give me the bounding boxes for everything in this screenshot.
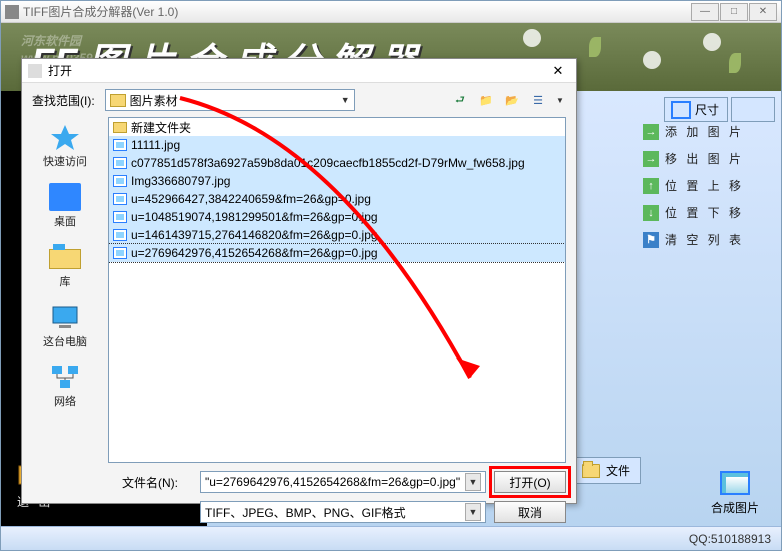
compose-icon <box>720 471 750 495</box>
new-folder-icon[interactable]: 📂 <box>504 92 520 108</box>
arrow-right-icon: → <box>643 151 659 167</box>
network-icon <box>49 363 81 391</box>
place-quick-access[interactable]: 快速访问 <box>22 123 108 169</box>
image-icon <box>113 193 127 205</box>
arrow-down-icon: ↓ <box>643 205 659 221</box>
file-name: 11111.jpg <box>131 138 180 152</box>
place-network[interactable]: 网络 <box>22 363 108 409</box>
size-button[interactable]: 尺寸 <box>664 97 728 122</box>
cancel-button[interactable]: 取消 <box>494 501 566 523</box>
side-actions: →添 加 图 片 →移 出 图 片 ↑位 置 上 移 ↓位 置 下 移 ⚑清 空… <box>643 123 763 258</box>
filename-value: "u=2769642976,4152654268&fm=26&gp=0.jpg" <box>205 475 460 489</box>
place-desktop[interactable]: 桌面 <box>22 183 108 229</box>
image-icon <box>113 247 127 259</box>
filetype-label: 文件类型(T): <box>122 504 192 521</box>
status-text: QQ:510188913 <box>689 532 771 546</box>
dialog-icon <box>28 64 42 78</box>
chevron-down-icon[interactable]: ▼ <box>465 503 481 521</box>
file-name: 新建文件夹 <box>131 119 191 136</box>
file-item[interactable]: u=2769642976,4152654268&fm=26&gp=0.jpg <box>109 244 565 262</box>
close-button[interactable]: ✕ <box>749 3 777 21</box>
file-item[interactable]: Img336680797.jpg <box>109 172 565 190</box>
move-down-button[interactable]: ↓位 置 下 移 <box>643 204 763 221</box>
dialog-title: 打开 <box>48 62 72 79</box>
file-name: u=452966427,3842240659&fm=26&gp=0.jpg <box>131 192 371 206</box>
image-icon <box>113 157 127 169</box>
file-name: u=1461439715,2764146820&fm=26&gp=0.jpg <box>131 228 378 242</box>
file-item[interactable]: c077851d578f3a6927a59b8da01c209caecfb185… <box>109 154 565 172</box>
flag-icon: ⚑ <box>643 232 659 248</box>
filetype-combo[interactable]: TIFF、JPEG、BMP、PNG、GIF格式 ▼ <box>200 501 486 523</box>
clear-list-button[interactable]: ⚑清 空 列 表 <box>643 231 763 248</box>
file-name: c077851d578f3a6927a59b8da01c209caecfb185… <box>131 156 525 170</box>
compose-button[interactable]: 合成图片 <box>711 471 759 516</box>
image-icon <box>113 211 127 223</box>
view-icon[interactable]: ☰ <box>530 92 546 108</box>
file-item[interactable]: u=452966427,3842240659&fm=26&gp=0.jpg <box>109 190 565 208</box>
add-image-button[interactable]: →添 加 图 片 <box>643 123 763 140</box>
folder-item[interactable]: 新建文件夹 <box>109 118 565 136</box>
file-name: u=1048519074,1981299501&fm=26&gp=0.jpg <box>131 210 378 224</box>
file-item[interactable]: u=1461439715,2764146820&fm=26&gp=0.jpg <box>109 226 565 244</box>
image-icon <box>113 139 127 151</box>
dialog-titlebar[interactable]: 打开 ✕ <box>22 59 576 83</box>
file-button[interactable]: 文件 <box>571 457 641 484</box>
image-icon <box>113 229 127 241</box>
back-icon[interactable]: ⮐ <box>452 92 468 108</box>
maximize-button[interactable]: □ <box>720 3 748 21</box>
place-this-pc[interactable]: 这台电脑 <box>22 303 108 349</box>
view-drop-icon[interactable]: ▼ <box>556 96 566 105</box>
star-icon <box>49 123 81 151</box>
places-bar: 快速访问 桌面 库 这台电脑 网络 <box>22 117 108 463</box>
filename-input[interactable]: "u=2769642976,4152654268&fm=26&gp=0.jpg"… <box>200 471 486 493</box>
desktop-icon <box>49 183 81 211</box>
file-list[interactable]: 新建文件夹 11111.jpg c077851d578f3a6927a59b8da0… <box>108 117 566 463</box>
lookin-value: 图片素材 <box>130 92 178 109</box>
chevron-down-icon: ▼ <box>341 95 350 105</box>
app-icon <box>5 5 19 19</box>
filetype-value: TIFF、JPEG、BMP、PNG、GIF格式 <box>205 504 406 521</box>
dialog-close-button[interactable]: ✕ <box>546 62 570 80</box>
lookin-combo[interactable]: 图片素材 ▼ <box>105 89 355 111</box>
main-titlebar: TIFF图片合成分解器(Ver 1.0) — □ ✕ <box>1 1 781 23</box>
main-title: TIFF图片合成分解器(Ver 1.0) <box>23 3 178 20</box>
folder-icon <box>582 464 600 478</box>
image-icon <box>113 175 127 187</box>
library-icon <box>49 243 81 271</box>
file-name: u=2769642976,4152654268&fm=26&gp=0.jpg <box>131 246 378 260</box>
chevron-down-icon[interactable]: ▼ <box>465 473 481 491</box>
filename-label: 文件名(N): <box>122 474 192 491</box>
open-button[interactable]: 打开(O) <box>494 471 566 493</box>
file-item[interactable]: u=1048519074,1981299501&fm=26&gp=0.jpg <box>109 208 565 226</box>
arrow-up-icon: ↑ <box>643 178 659 194</box>
move-up-button[interactable]: ↑位 置 上 移 <box>643 177 763 194</box>
open-dialog: 打开 ✕ 查找范围(I): 图片素材 ▼ ⮐ 📁 📂 ☰ ▼ 快速访问 桌面 <box>21 58 577 504</box>
place-library[interactable]: 库 <box>22 243 108 289</box>
up-folder-icon[interactable]: 📁 <box>478 92 494 108</box>
folder-icon <box>113 122 127 133</box>
folder-icon <box>110 94 126 107</box>
arrow-right-icon: → <box>643 124 659 140</box>
minimize-button[interactable]: — <box>691 3 719 21</box>
computer-icon <box>49 303 81 331</box>
lookin-label: 查找范围(I): <box>32 92 95 109</box>
file-item[interactable]: 11111.jpg <box>109 136 565 154</box>
remove-image-button[interactable]: →移 出 图 片 <box>643 150 763 167</box>
empty-button[interactable] <box>731 97 775 122</box>
file-name: Img336680797.jpg <box>131 174 230 188</box>
